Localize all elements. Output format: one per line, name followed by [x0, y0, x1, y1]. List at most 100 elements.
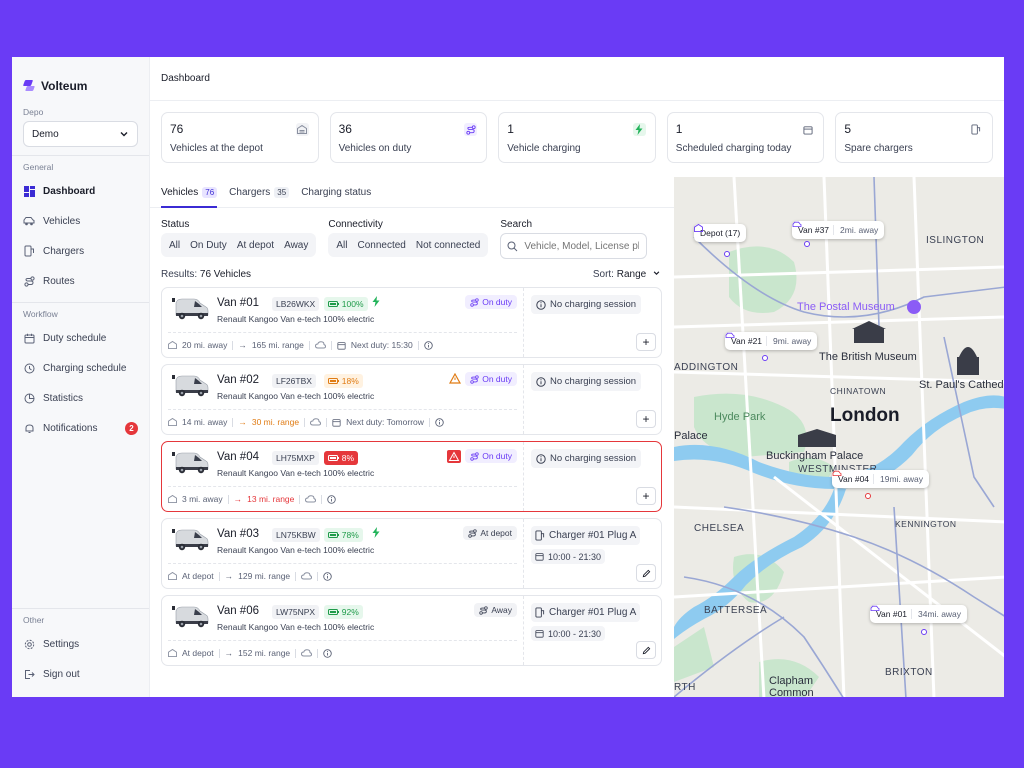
info-icon[interactable] [435, 417, 444, 427]
map-label-hyde-park: Hyde Park [714, 411, 766, 423]
charging-info: No charging session + [524, 442, 661, 511]
range-text: 129 mi. range [238, 571, 291, 581]
map-pin-van-37[interactable]: Van #37 2mi. away [792, 221, 885, 239]
stat-spare-chargers[interactable]: 5 Spare chargers [835, 112, 993, 163]
map-pin-van-21[interactable]: Van #21 9mi. away [725, 332, 818, 350]
stat-vehicles-at-depot[interactable]: 76 Vehicles at the depot [161, 112, 319, 163]
status-badge: On duty [465, 449, 517, 463]
charging-info: Charger #01 Plug A 10:00 - 21:30 [524, 519, 661, 588]
info-icon[interactable] [323, 648, 332, 658]
map-pin-depot[interactable]: Depot (17) [694, 224, 747, 242]
depot-icon [295, 123, 309, 136]
nav-label: Dashboard [43, 185, 96, 197]
tab-charging-status[interactable]: Charging status [301, 187, 371, 207]
chevron-down-icon [120, 132, 128, 137]
vehicle-icon [792, 221, 802, 227]
charging-info: No charging session + [524, 288, 661, 357]
vehicle-list: Van #01 LB26WKX 100% Renault Kangoo Van … [150, 287, 674, 666]
search-input[interactable] [524, 240, 640, 252]
edit-button[interactable] [636, 564, 656, 582]
info-icon[interactable] [323, 571, 332, 581]
range-text: 165 mi. range [251, 340, 304, 350]
workflow-label: Workflow [23, 309, 58, 319]
page-header: Dashboard [150, 57, 1004, 101]
map[interactable]: ISLINGTON The Postal Museum ADDINGTON Th… [674, 177, 1004, 697]
status-option-on-duty[interactable]: On Duty [185, 240, 232, 251]
edit-button[interactable] [636, 641, 656, 659]
vehicle-info: Van #04 LH75MXP 8% Renault Kangoo Van e-… [162, 442, 524, 511]
tab-chargers[interactable]: Chargers 35 [229, 187, 290, 207]
stat-label: Vehicles at the depot [170, 143, 263, 154]
stat-label: Vehicle charging [507, 143, 581, 154]
charge-window: 10:00 - 21:30 [531, 549, 606, 564]
van-model: Renault Kangoo Van e-tech 100% electric [217, 622, 375, 632]
map-pin-marker[interactable] [762, 355, 768, 361]
card-divider [168, 563, 517, 564]
logo[interactable]: Volteum [12, 57, 149, 101]
add-session-button[interactable]: + [636, 487, 656, 505]
connectivity-option-all[interactable]: All [331, 240, 352, 251]
license-plate: LN75KBW [272, 528, 320, 542]
stat-value: 5 [844, 122, 852, 136]
stats-row: 76 Vehicles at the depot 36 Vehicles on … [150, 101, 1004, 163]
info-icon[interactable] [327, 494, 337, 504]
nav-routes[interactable]: Routes [12, 266, 149, 296]
map-pin-marker[interactable] [804, 241, 810, 247]
nav-vehicles[interactable]: Vehicles [12, 206, 149, 236]
battery-icon [327, 609, 339, 615]
cloud-icon [305, 495, 317, 503]
sort-control[interactable]: Sort: Range [593, 269, 661, 283]
distance-text: At depot [182, 571, 214, 581]
info-icon[interactable] [424, 340, 433, 350]
nav-dashboard[interactable]: Dashboard [12, 176, 149, 206]
sort-value: Range [616, 269, 647, 280]
map-pin-marker[interactable] [865, 493, 871, 499]
map-pin-van-01[interactable]: Van #01 34mi. away [870, 605, 968, 623]
stat-vehicle-charging[interactable]: 1 Vehicle charging [498, 112, 656, 163]
nav-statistics[interactable]: Statistics [12, 383, 149, 413]
next-duty-text: Next duty: Tomorrow [346, 417, 424, 427]
route-icon [464, 123, 478, 136]
connectivity-segmented: All Connected Not connected [328, 233, 489, 257]
status-text: At depot [480, 528, 512, 538]
tab-vehicles[interactable]: Vehicles 76 [161, 187, 218, 208]
vehicle-card[interactable]: Van #01 LB26WKX 100% Renault Kangoo Van … [161, 287, 662, 358]
charging-session: No charging session [531, 449, 642, 468]
connectivity-option-not-connected[interactable]: Not connected [411, 240, 486, 251]
vehicle-card[interactable]: Van #03 LN75KBW 78% Renault Kangoo Van e… [161, 518, 662, 589]
connectivity-option-connected[interactable]: Connected [352, 240, 410, 251]
van-model: Renault Kangoo Van e-tech 100% electric [217, 545, 375, 555]
stat-scheduled-charging[interactable]: 1 Scheduled charging today [666, 112, 825, 163]
map-pin-van-04[interactable]: Van #04 19mi. away [832, 470, 930, 488]
battery-badge: 100% [323, 297, 368, 311]
nav-chargers[interactable]: Chargers [12, 236, 149, 266]
charging-info: No charging session + [524, 365, 661, 434]
stat-vehicles-on-duty[interactable]: 36 Vehicles on duty [329, 112, 488, 163]
charging-session: No charging session [531, 295, 642, 314]
bell-icon [23, 422, 35, 434]
nav-charging-schedule[interactable]: Charging schedule [12, 353, 149, 383]
depo-select[interactable]: Demo [23, 121, 138, 147]
add-session-button[interactable]: + [636, 410, 656, 428]
charger-assignment: Charger #01 Plug A 10:00 - 21:30 [531, 603, 654, 641]
distance-text: 20 mi. away [182, 340, 228, 350]
nav-duty-schedule[interactable]: Duty schedule [12, 323, 149, 353]
map-pin-marker[interactable] [921, 629, 927, 635]
vehicle-info: Van #02 LF26TBX 18% Renault Kangoo Van e… [162, 365, 524, 434]
status-option-at-depot[interactable]: At depot [232, 240, 279, 251]
warning-icon [447, 450, 461, 466]
status-option-all[interactable]: All [164, 240, 185, 251]
status-text: On duty [482, 451, 512, 461]
filter-label: Status [161, 219, 190, 230]
nav-sign-out[interactable]: Sign out [12, 659, 149, 689]
nav-notifications[interactable]: Notifications 2 [12, 413, 149, 443]
status-option-away[interactable]: Away [279, 240, 313, 251]
vehicle-icon [23, 215, 35, 227]
depot-icon [168, 495, 177, 503]
vehicle-card[interactable]: Van #04 LH75MXP 8% Renault Kangoo Van e-… [161, 441, 662, 512]
add-session-button[interactable]: + [636, 333, 656, 351]
vehicle-card[interactable]: Van #02 LF26TBX 18% Renault Kangoo Van e… [161, 364, 662, 435]
nav-settings[interactable]: Settings [12, 629, 149, 659]
map-pin-marker[interactable] [724, 251, 730, 257]
vehicle-card[interactable]: Van #06 LW75NPX 92% Renault Kangoo Van e… [161, 595, 662, 666]
